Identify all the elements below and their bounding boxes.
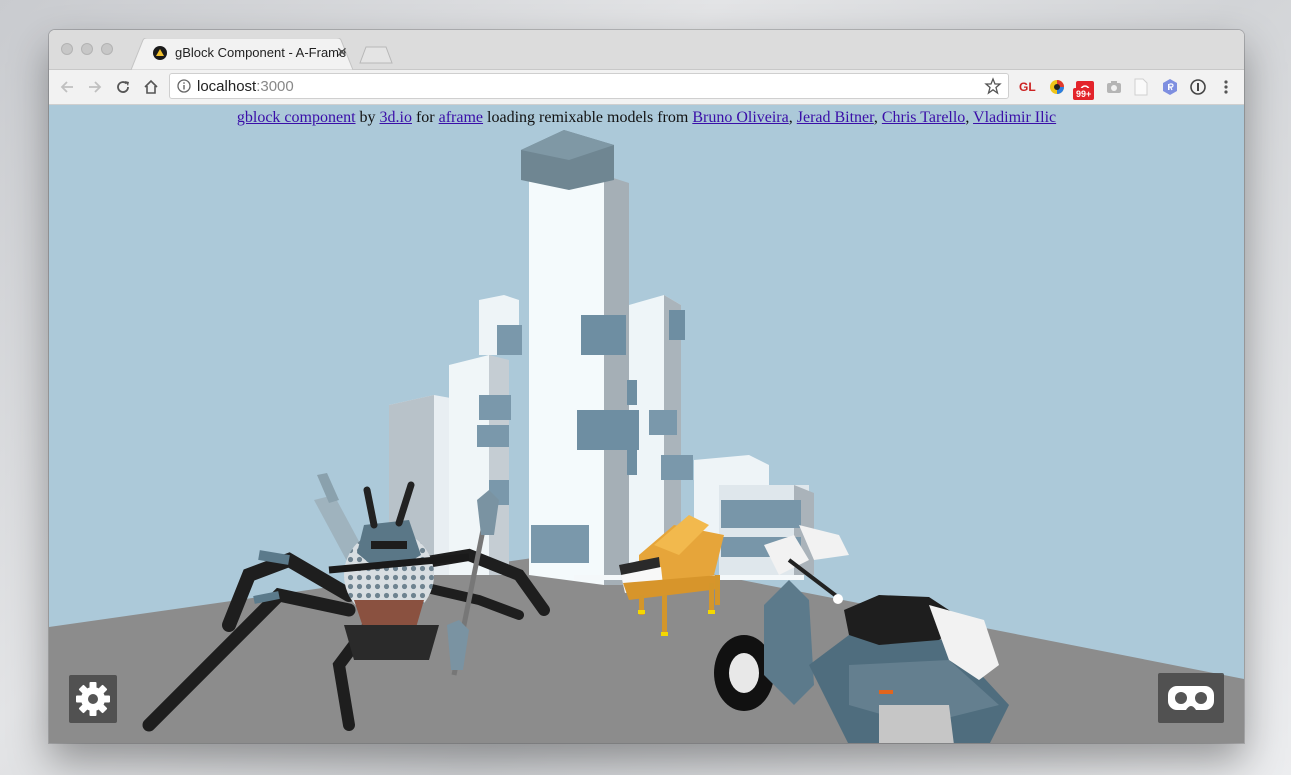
- tab-close-button[interactable]: ✕: [336, 44, 348, 61]
- extension-r-icon[interactable]: [1161, 78, 1179, 96]
- enter-vr-button[interactable]: [1158, 673, 1224, 723]
- castle-model: [389, 130, 814, 585]
- gblock-component-link[interactable]: gblock component: [237, 109, 356, 126]
- credits-comma: ,: [873, 109, 882, 126]
- home-icon[interactable]: [141, 77, 161, 97]
- document-icon[interactable]: [1133, 78, 1149, 96]
- extension-gl-icon[interactable]: GL: [1019, 80, 1036, 98]
- author-link-jerad-bitner[interactable]: Jerad Bitner: [797, 109, 874, 126]
- bookmark-star-icon[interactable]: [984, 77, 1002, 95]
- credits-comma: ,: [965, 109, 974, 126]
- credits-text-for: for: [411, 109, 439, 126]
- minimize-window-button[interactable]: [81, 43, 93, 55]
- url-text[interactable]: localhost:3000: [197, 78, 294, 95]
- credits-text-by: by: [355, 109, 380, 126]
- gear-icon: [76, 682, 110, 716]
- camera-icon[interactable]: [1105, 78, 1123, 96]
- browser-toolbar: localhost:3000 GL 99+: [49, 70, 1244, 105]
- credits-comma: ,: [788, 109, 797, 126]
- reload-icon[interactable]: [113, 77, 133, 97]
- author-link-vladimir-ilic[interactable]: Vladimir Ilic: [973, 109, 1056, 126]
- credits-line: gblock component by 3d.io for aframe loa…: [49, 109, 1244, 127]
- aframe-scene-viewport[interactable]: gblock component by 3d.io for aframe loa…: [49, 105, 1244, 743]
- info-icon[interactable]: [177, 79, 191, 93]
- browser-menu-icon[interactable]: [1219, 78, 1233, 96]
- new-tab-button[interactable]: [359, 46, 393, 64]
- tab-title: gBlock Component - A-Frame: [175, 45, 347, 60]
- author-link-bruno-oliveira[interactable]: Bruno Oliveira: [692, 109, 788, 126]
- settings-button[interactable]: [69, 675, 117, 723]
- address-bar[interactable]: localhost:3000: [169, 73, 1009, 99]
- 3d-scene[interactable]: [49, 105, 1244, 743]
- vr-headset-icon: [1168, 686, 1214, 710]
- forward-arrow-icon[interactable]: [85, 77, 105, 97]
- tab-active[interactable]: gBlock Component - A-Frame ✕: [131, 38, 353, 70]
- url-host: localhost: [197, 78, 257, 95]
- browser-window: gBlock Component - A-Frame ✕ localhost:3…: [49, 30, 1244, 743]
- author-link-chris-tarello[interactable]: Chris Tarello: [882, 109, 965, 126]
- credits-text-loading: loading remixable models from: [483, 109, 693, 126]
- close-window-button[interactable]: [61, 43, 73, 55]
- extension-color-wheel-icon[interactable]: [1049, 78, 1065, 96]
- back-arrow-icon[interactable]: [57, 77, 77, 97]
- 3dio-link[interactable]: 3d.io: [380, 109, 412, 126]
- aframe-favicon-icon: [153, 46, 167, 60]
- zoom-window-button[interactable]: [101, 43, 113, 55]
- tab-strip: gBlock Component - A-Frame ✕: [49, 30, 1244, 70]
- url-port: :3000: [256, 78, 294, 95]
- password-manager-icon[interactable]: [1189, 78, 1207, 96]
- notification-badge: 99+: [1073, 88, 1095, 100]
- aframe-link[interactable]: aframe: [439, 109, 483, 126]
